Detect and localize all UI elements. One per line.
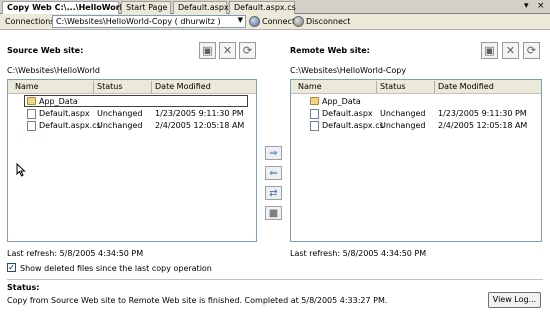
file-status: Unchanged [380, 121, 426, 130]
remote-refresh-button[interactable]: ⟳ [523, 42, 540, 59]
list-item[interactable]: Default.aspx Unchanged 1/23/2005 9:11:30… [291, 108, 541, 120]
file-name: Default.aspx [322, 109, 373, 118]
show-deleted-checkbox[interactable]: ✓ [7, 263, 16, 272]
mouse-cursor-icon [16, 163, 26, 177]
file-name: App_Data [39, 97, 78, 106]
file-date: 1/23/2005 9:11:30 PM [438, 109, 527, 118]
list-item[interactable]: Default.aspx Unchanged 1/23/2005 9:11:30… [8, 108, 256, 120]
status-title: Status: [7, 283, 40, 292]
list-item[interactable]: App_Data [291, 96, 541, 108]
tab-default-aspx-cs[interactable]: Default.aspx.cs [229, 1, 296, 14]
refresh-icon: ⟳ [526, 44, 537, 57]
connect-button[interactable]: Connect [249, 16, 295, 27]
source-last-refresh: Last refresh: 5/8/2005 4:34:50 PM [7, 249, 144, 258]
file-name: Default.aspx [39, 109, 90, 118]
source-new-folder-button[interactable]: ▣ [199, 42, 216, 59]
stop-icon: ■ [268, 207, 279, 219]
connections-dropdown[interactable]: C:\Websites\HelloWorld-Copy ( dhurwitz )… [52, 15, 246, 28]
remote-last-refresh: Last refresh: 5/8/2005 4:34:50 PM [290, 249, 427, 258]
list-item[interactable]: Default.aspx.cs Unchanged 2/4/2005 12:05… [291, 120, 541, 132]
delete-icon: ✕ [222, 44, 233, 57]
copy-to-source-button[interactable]: ⇐ [265, 166, 282, 180]
source-file-list[interactable]: Name Status Date Modified App_Data Defau… [7, 79, 257, 242]
view-log-button[interactable]: View Log... [488, 292, 541, 308]
file-icon [27, 121, 36, 131]
file-status: Unchanged [380, 109, 426, 118]
disconnect-button[interactable]: Disconnect [293, 16, 350, 27]
arrow-right-icon: ⇒ [269, 147, 278, 159]
remote-delete-button[interactable]: ✕ [502, 42, 519, 59]
sync-icon: ⇄ [269, 187, 278, 199]
refresh-icon: ⟳ [242, 44, 253, 57]
new-folder-icon: ▣ [202, 44, 213, 57]
file-date: 1/23/2005 9:11:30 PM [155, 109, 244, 118]
source-refresh-button[interactable]: ⟳ [239, 42, 256, 59]
divider [7, 279, 543, 280]
remote-file-list[interactable]: Name Status Date Modified App_Data Defau… [290, 79, 542, 242]
source-path: C:\Websites\HelloWorld [7, 66, 100, 75]
tab-copy-web[interactable]: Copy Web C:\...\HelloWorld\ [2, 1, 131, 15]
file-icon [27, 109, 36, 119]
file-date: 2/4/2005 12:05:18 AM [438, 121, 528, 130]
file-date: 2/4/2005 12:05:18 AM [155, 121, 245, 130]
new-folder-icon: ▣ [484, 44, 495, 57]
disconnect-label: Disconnect [306, 17, 351, 26]
document-tab-strip: Copy Web C:\...\HelloWorld\ Start Page D… [0, 0, 550, 15]
remote-new-folder-button[interactable]: ▣ [481, 42, 498, 59]
connect-label: Connect [262, 17, 296, 26]
column-header-name[interactable]: Name [15, 82, 39, 91]
connections-toolbar: Connections: C:\Websites\HelloWorld-Copy… [0, 14, 550, 30]
file-icon [310, 109, 319, 119]
show-deleted-label: Show deleted files since the last copy o… [20, 264, 212, 273]
copy-to-remote-button[interactable]: ⇒ [265, 146, 282, 160]
file-icon [310, 121, 319, 131]
file-status: Unchanged [97, 121, 143, 130]
file-name: Default.aspx.cs [322, 121, 384, 130]
remote-path: C:\Websites\HelloWorld-Copy [290, 66, 407, 75]
connect-icon [249, 16, 260, 27]
close-tab-icon[interactable]: × [537, 1, 545, 11]
remote-site-title: Remote Web site: [290, 46, 370, 55]
list-item[interactable]: Default.aspx.cs Unchanged 2/4/2005 12:05… [8, 120, 256, 132]
connections-value: C:\Websites\HelloWorld-Copy ( dhurwitz ) [56, 17, 221, 26]
column-header-date-modified[interactable]: Date Modified [438, 82, 494, 91]
cancel-copy-button[interactable]: ■ [265, 206, 282, 220]
chevron-down-icon[interactable]: ▼ [238, 16, 243, 24]
source-delete-button[interactable]: ✕ [219, 42, 236, 59]
tab-list-dropdown-icon[interactable]: ▾ [524, 1, 529, 11]
file-name: App_Data [322, 97, 361, 106]
source-site-title: Source Web site: [7, 46, 84, 55]
tab-start-page[interactable]: Start Page [121, 1, 171, 14]
file-name: Default.aspx.cs [39, 121, 101, 130]
file-status: Unchanged [97, 109, 143, 118]
delete-icon: ✕ [505, 44, 516, 57]
source-list-header: Name Status Date Modified [8, 80, 256, 94]
arrow-left-icon: ⇐ [269, 167, 278, 179]
column-header-name[interactable]: Name [298, 82, 322, 91]
list-item[interactable]: App_Data [8, 96, 256, 108]
remote-list-header: Name Status Date Modified [291, 80, 541, 94]
column-header-date-modified[interactable]: Date Modified [155, 82, 211, 91]
status-message: Copy from Source Web site to Remote Web … [7, 296, 388, 305]
column-header-status[interactable]: Status [97, 82, 123, 91]
folder-icon [27, 97, 36, 105]
column-header-status[interactable]: Status [380, 82, 406, 91]
connections-label: Connections: [5, 17, 58, 26]
disconnect-icon [293, 16, 304, 27]
folder-icon [310, 97, 319, 105]
synchronize-button[interactable]: ⇄ [265, 186, 282, 200]
tab-default-aspx[interactable]: Default.aspx [173, 1, 229, 14]
